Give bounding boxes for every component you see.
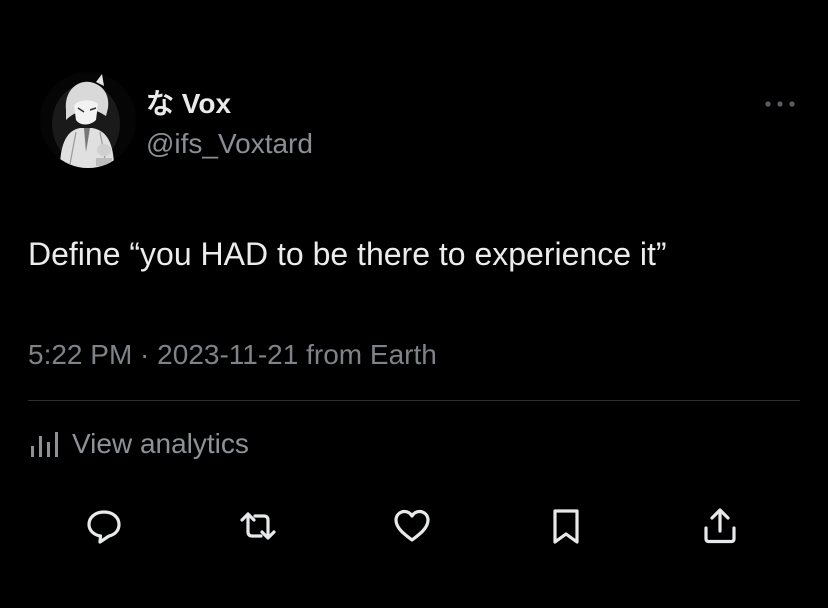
avatar-image <box>40 72 136 168</box>
reply-button[interactable] <box>74 496 134 556</box>
tweet-meta: 5:22 PM · 2023-11-21 from Earth <box>28 336 437 374</box>
bookmark-button[interactable] <box>536 496 596 556</box>
more-options-button[interactable] <box>762 94 798 114</box>
divider <box>28 400 800 401</box>
tweet-date[interactable]: 2023-11-21 <box>157 339 298 370</box>
author-display-name[interactable]: な Vox <box>146 86 231 122</box>
tweet-text: Define “you HAD to be there to experienc… <box>28 236 667 272</box>
tweet-source: from Earth <box>298 339 437 370</box>
heart-icon <box>394 509 430 542</box>
action-bar <box>0 496 828 556</box>
author-handle[interactable]: @ifs_Voxtard <box>146 126 313 162</box>
more-horizontal-icon <box>765 101 795 107</box>
tweet-time[interactable]: 5:22 PM <box>28 339 132 370</box>
bar-chart-icon <box>31 432 58 457</box>
like-button[interactable] <box>382 496 442 556</box>
view-analytics-label: View analytics <box>72 428 249 459</box>
avatar[interactable] <box>40 72 136 168</box>
retweet-icon <box>240 512 276 540</box>
reply-icon <box>87 510 121 544</box>
bookmark-icon <box>553 509 579 544</box>
retweet-button[interactable] <box>228 496 288 556</box>
share-button[interactable] <box>690 496 750 556</box>
view-analytics-link[interactable]: View analytics <box>28 424 249 464</box>
meta-separator: · <box>132 339 158 370</box>
share-icon <box>704 508 736 544</box>
